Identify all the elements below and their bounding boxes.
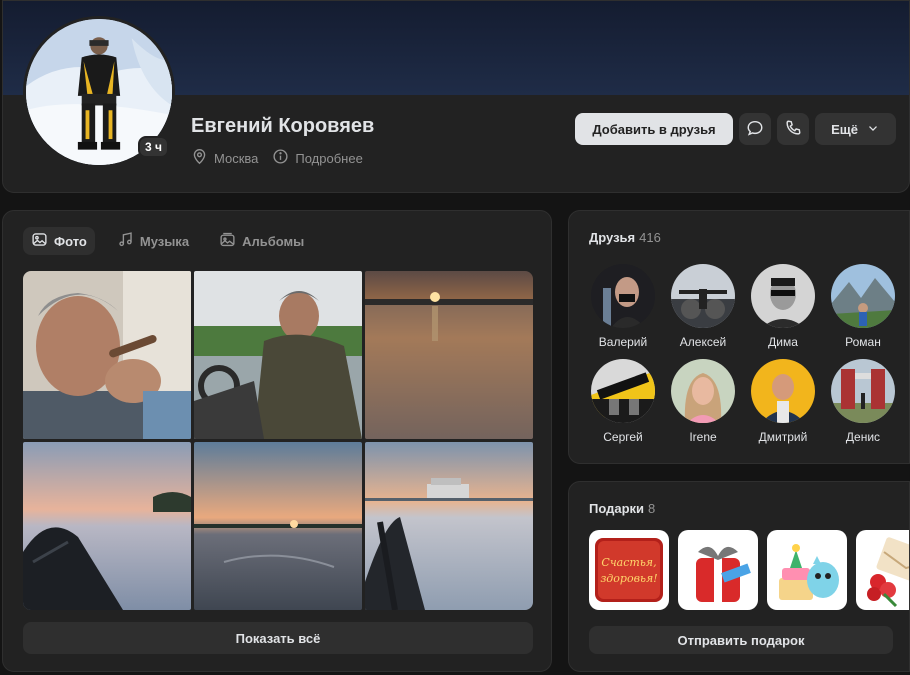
gifts-title[interactable]: Подарки 8: [589, 501, 655, 516]
gift-card[interactable]: [767, 530, 847, 610]
friend-avatar: [831, 264, 895, 328]
friend-avatar: [671, 264, 735, 328]
location-pin-icon: [191, 148, 208, 168]
friend-item[interactable]: Валерий: [583, 264, 663, 349]
tab-music-label: Музыка: [139, 233, 190, 249]
friend-avatar: [591, 264, 655, 328]
chevron-down-icon: [866, 121, 880, 138]
gift-text-2: здоровья!: [600, 572, 657, 585]
gift-card[interactable]: Счастья, здоровья!: [589, 530, 669, 610]
show-all-photos-button[interactable]: Показать всё: [23, 622, 533, 654]
friend-item[interactable]: Сергей: [583, 359, 663, 444]
photo-thumbnail[interactable]: [194, 271, 362, 439]
friend-avatar: [671, 359, 735, 423]
gift-card[interactable]: [856, 530, 909, 610]
tab-music[interactable]: Музыка: [109, 227, 197, 255]
more-label: Ещё: [831, 121, 858, 137]
tab-photos-label: Фото: [54, 233, 87, 249]
friends-count: 416: [639, 230, 661, 245]
gift-card[interactable]: [678, 530, 758, 610]
gifts-title-label: Подарки: [589, 501, 645, 516]
photo-thumbnail[interactable]: [194, 442, 362, 610]
photo-thumbnail[interactable]: [365, 442, 533, 610]
media-tabs: Фото Музыка Альбомы: [23, 227, 312, 255]
friend-item[interactable]: Алексей: [663, 264, 743, 349]
details-link[interactable]: Подробнее: [272, 148, 363, 168]
photo-thumbnail[interactable]: [23, 442, 191, 610]
friend-item[interactable]: Дима: [743, 264, 823, 349]
tab-albums[interactable]: Альбомы: [211, 227, 312, 255]
friends-grid: Валерий Алексей Дима Роман Сергей Irene …: [583, 264, 903, 444]
add-friend-button[interactable]: Добавить в друзья: [575, 113, 733, 145]
photo-thumbnail[interactable]: [23, 271, 191, 439]
details-label: Подробнее: [295, 150, 363, 166]
friend-name: Денис: [845, 430, 881, 444]
media-section: Фото Музыка Альбомы Показать всё: [2, 210, 552, 672]
profile-meta: Москва Подробнее: [191, 148, 363, 168]
profile-header: 3 ч Евгений Коровяев Москва Подробнее До…: [2, 0, 910, 193]
message-button[interactable]: [739, 113, 771, 145]
friend-item[interactable]: Дмитрий: [743, 359, 823, 444]
friend-item[interactable]: Денис: [823, 359, 903, 444]
friend-avatar: [751, 264, 815, 328]
gifts-section: Подарки 8 Счастья, здоровья! Отправить п…: [568, 481, 910, 672]
friends-title[interactable]: Друзья 416: [589, 230, 661, 245]
friend-item[interactable]: Роман: [823, 264, 903, 349]
gifts-row: Счастья, здоровья!: [589, 530, 909, 610]
friend-name: Алексей: [679, 335, 727, 349]
album-icon: [219, 231, 236, 251]
chat-bubble-icon: [746, 119, 764, 140]
more-button[interactable]: Ещё: [815, 113, 896, 145]
photo-thumbnail[interactable]: [365, 271, 533, 439]
profile-name: Евгений Коровяев: [191, 115, 375, 137]
friends-title-label: Друзья: [589, 230, 636, 245]
info-icon: [272, 148, 289, 168]
city-info: Москва: [191, 148, 258, 168]
photo-grid: [23, 271, 533, 610]
friend-name: Дима: [768, 335, 798, 349]
friend-name: Irene: [689, 430, 717, 444]
friend-avatar: [751, 359, 815, 423]
gifts-count: 8: [648, 501, 656, 516]
friend-item[interactable]: Irene: [663, 359, 743, 444]
image-icon: [31, 231, 48, 251]
friend-avatar: [831, 359, 895, 423]
call-button[interactable]: [777, 113, 809, 145]
friend-name: Дмитрий: [758, 430, 808, 444]
online-status-badge: 3 ч: [138, 136, 169, 158]
friend-avatar: [591, 359, 655, 423]
friend-name: Роман: [845, 335, 881, 349]
gift-text-1: Счастья,: [601, 556, 656, 569]
tab-albums-label: Альбомы: [242, 233, 305, 249]
city-label: Москва: [214, 150, 259, 166]
phone-icon: [784, 119, 802, 140]
music-note-icon: [117, 231, 134, 251]
friends-section: Друзья 416 Валерий Алексей Дима Роман Се…: [568, 210, 910, 464]
send-gift-button[interactable]: Отправить подарок: [589, 626, 893, 654]
tab-photos[interactable]: Фото: [23, 227, 95, 255]
friend-name: Сергей: [603, 430, 643, 444]
friend-name: Валерий: [598, 335, 648, 349]
